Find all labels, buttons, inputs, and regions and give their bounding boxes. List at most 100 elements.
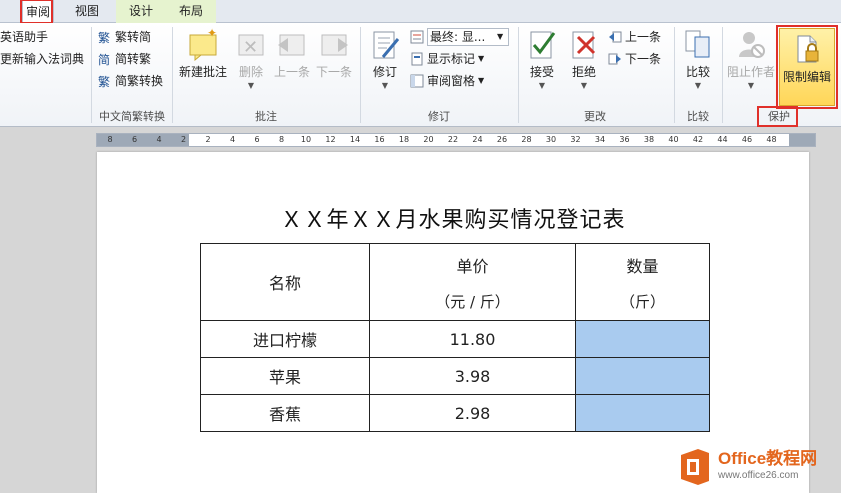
ruler-tick-label: 10 xyxy=(300,135,312,144)
chevron-down-icon: ▼ xyxy=(694,81,702,90)
chevron-down-icon: ▼ xyxy=(747,81,755,90)
to-simplified-button[interactable]: 繁 繁转简 xyxy=(98,27,151,47)
svg-text:✕: ✕ xyxy=(243,37,258,58)
to-simplified-label: 繁转简 xyxy=(115,30,152,44)
ruler-tick-label: 30 xyxy=(545,135,557,144)
chevron-down-icon: ▼ xyxy=(381,81,389,90)
svg-text:✦: ✦ xyxy=(207,27,217,40)
group-label-chinese-conversion: 中文简繁转换 xyxy=(99,110,165,123)
ruler-tick-label: 16 xyxy=(374,135,385,144)
header-qty: 数量 xyxy=(626,256,659,276)
ruler-tick-label: 4 xyxy=(229,135,236,144)
qty-cell[interactable] xyxy=(575,394,710,432)
ruler-tick-label: 8 xyxy=(278,135,285,144)
table-row: 苹果 3.98 xyxy=(200,357,710,395)
track-changes-button[interactable]: 修订 ▼ xyxy=(364,27,406,90)
accept-button[interactable]: 接受 ▼ xyxy=(522,27,562,90)
conversion-icon: 繁 xyxy=(98,74,110,88)
track-changes-icon xyxy=(373,31,400,59)
display-for-review-icon xyxy=(410,30,424,44)
tab-layout[interactable]: 布局 xyxy=(166,0,216,23)
previous-comment-label: 上一条 xyxy=(273,65,310,79)
conversion-label: 简繁转换 xyxy=(115,74,164,88)
price-cell[interactable]: 11.80 xyxy=(369,320,576,358)
accept-label: 接受 xyxy=(529,65,554,79)
name-cell[interactable]: 进口柠檬 xyxy=(200,320,370,358)
ruler-tick-label: 2 xyxy=(205,135,211,144)
delete-comment-button[interactable]: ✕ 删除 ▼ xyxy=(232,27,270,90)
header-name: 名称 xyxy=(268,274,301,293)
reject-label: 拒绝 xyxy=(571,65,596,79)
to-traditional-button[interactable]: 简 简转繁 xyxy=(98,49,151,69)
next-comment-icon xyxy=(321,34,348,56)
group-label-changes: 更改 xyxy=(584,110,606,123)
show-markup-icon xyxy=(411,52,423,66)
ruler-tick-label: 14 xyxy=(349,135,361,144)
chevron-down-icon: ▼ xyxy=(478,54,485,63)
group-label-protect: 保护 xyxy=(768,110,790,123)
compare-button[interactable]: 比较 ▼ xyxy=(678,27,718,90)
ruler-tick-label: 6 xyxy=(254,135,260,144)
chevron-down-icon: ▼ xyxy=(497,32,504,41)
ruler-tick-label: 44 xyxy=(717,135,728,144)
show-markup-label: 显示标记 xyxy=(427,52,476,66)
previous-change-icon xyxy=(609,31,622,43)
qty-cell[interactable] xyxy=(575,357,710,395)
update-ime-dictionary-button[interactable]: 更新输入法词典 xyxy=(0,49,84,69)
office26-watermark: Office教程网 www.office26.com xyxy=(678,444,838,490)
header-qty-unit: （斤） xyxy=(619,292,665,311)
ruler-tick-label: 48 xyxy=(766,135,777,144)
tab-design[interactable]: 设计 xyxy=(116,0,166,23)
qty-cell[interactable] xyxy=(575,320,710,358)
svg-text:繁: 繁 xyxy=(98,30,110,44)
tab-review[interactable]: 审阅 xyxy=(22,0,54,24)
ruler-tick-label: 34 xyxy=(594,135,606,144)
office-logo-icon xyxy=(681,449,709,485)
conversion-button[interactable]: 繁 简繁转换 xyxy=(98,71,163,91)
next-change-button[interactable]: 下一条 xyxy=(608,49,661,69)
name-cell[interactable]: 苹果 xyxy=(200,357,370,395)
restrict-editing-label: 限制编辑 xyxy=(782,70,831,84)
chevron-down-icon: ▼ xyxy=(478,76,485,85)
header-price-unit: （元 / 斤） xyxy=(435,292,510,311)
ruler-tick-label: 2 xyxy=(180,135,187,144)
group-separator xyxy=(722,27,723,123)
english-assistant-button[interactable]: 英语助手 xyxy=(0,27,48,47)
restrict-editing-button[interactable]: 限制编辑 xyxy=(779,28,835,106)
reviewing-pane-icon xyxy=(410,74,424,88)
header-name-cell[interactable]: 名称 xyxy=(200,243,370,321)
fruit-purchase-table[interactable]: 名称 单价 （元 / 斤） 数量 （斤） 进口柠檬 11.80 苹果 3.98 … xyxy=(200,243,710,432)
ribbon-tab-bar: 审阅 视图 设计 布局 xyxy=(0,0,841,24)
previous-change-button[interactable]: 上一条 xyxy=(608,27,661,47)
previous-comment-button[interactable]: 上一条 xyxy=(272,27,312,79)
group-label-compare: 比较 xyxy=(687,110,709,123)
ruler-tick-label: 32 xyxy=(570,135,581,144)
new-comment-button[interactable]: ✦ 新建批注 xyxy=(176,27,230,79)
reviewing-pane-button[interactable]: 审阅窗格 ▼ xyxy=(410,71,484,91)
price-cell[interactable]: 3.98 xyxy=(369,357,576,395)
group-label-tracking: 修订 xyxy=(428,110,450,123)
next-comment-button[interactable]: 下一条 xyxy=(314,27,354,79)
final-display-select[interactable]: 最终: 显... ▼ xyxy=(410,27,509,47)
previous-change-label: 上一条 xyxy=(625,30,662,44)
price-cell[interactable]: 2.98 xyxy=(369,394,576,432)
name-cell[interactable]: 香蕉 xyxy=(200,394,370,432)
ruler-tick-label: 40 xyxy=(668,135,679,144)
document-page[interactable]: ＸＸ年ＸＸ月水果购买情况登记表 名称 单价 （元 / 斤） 数量 （斤） 进口柠… xyxy=(97,152,809,493)
next-comment-label: 下一条 xyxy=(315,65,352,79)
document-title[interactable]: ＸＸ年ＸＸ月水果购买情况登记表 xyxy=(97,202,809,234)
header-price-cell[interactable]: 单价 （元 / 斤） xyxy=(369,243,576,321)
new-comment-label: 新建批注 xyxy=(178,65,227,79)
header-qty-cell[interactable]: 数量 （斤） xyxy=(575,243,710,321)
block-authors-button[interactable]: 阻止作者 ▼ xyxy=(726,27,776,90)
header-price: 单价 xyxy=(456,256,489,276)
show-markup-button[interactable]: 显示标记 ▼ xyxy=(410,49,484,69)
ruler-tick-label: 24 xyxy=(472,135,483,144)
block-authors-icon xyxy=(739,32,765,58)
reject-button[interactable]: 拒绝 ▼ xyxy=(564,27,604,90)
watermark-brand: Office教程网 xyxy=(718,449,818,468)
ruler-tick-label: 22 xyxy=(447,135,459,144)
next-change-icon xyxy=(608,53,621,65)
horizontal-ruler[interactable]: 8 6 4 2 2 4 6 8 10 12 14 16 18 20 22 24 26 28 30 32 34 36 38 40… xyxy=(96,133,816,147)
tab-view[interactable]: 视图 xyxy=(62,0,112,23)
